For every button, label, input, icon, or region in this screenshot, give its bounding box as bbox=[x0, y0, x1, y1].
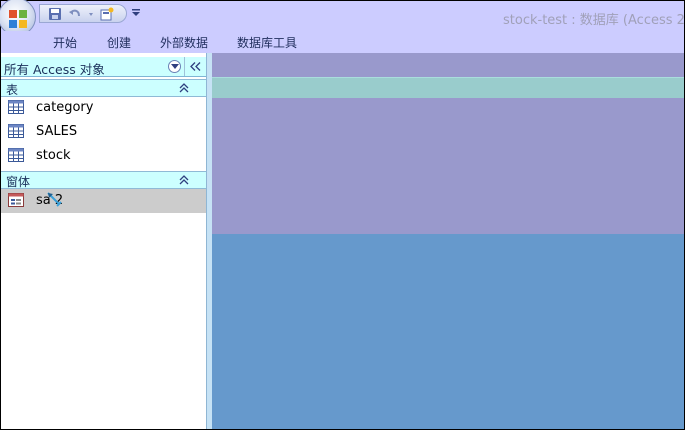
workspace-teal-band bbox=[212, 77, 684, 98]
drag-cursor-icon bbox=[47, 192, 62, 207]
nav-pane-title: 所有 Access 对象 bbox=[4, 62, 105, 77]
nav-item-label: stock bbox=[36, 148, 71, 163]
tab-create[interactable]: 创建 bbox=[107, 34, 131, 51]
group-header-forms[interactable]: 窗体 bbox=[1, 171, 206, 189]
group-label: 窗体 bbox=[6, 175, 31, 189]
form-icon bbox=[8, 193, 24, 207]
window-title: stock-test : 数据库 (Access 20 bbox=[503, 13, 685, 28]
office-logo-icon bbox=[9, 10, 27, 28]
workspace-area bbox=[212, 234, 684, 429]
nav-item-label: category bbox=[36, 100, 94, 115]
double-chevron-up-icon bbox=[179, 83, 189, 93]
shutter-bar-close-button[interactable] bbox=[184, 57, 205, 76]
customize-toolbar-icon[interactable] bbox=[131, 6, 141, 18]
tab-external-data[interactable]: 外部数据 bbox=[160, 34, 208, 51]
form-wizard-icon[interactable] bbox=[100, 7, 114, 21]
save-icon[interactable] bbox=[48, 7, 62, 21]
double-chevron-left-icon bbox=[190, 62, 201, 71]
navigation-pane: 所有 Access 对象 表 category SALES stock 窗体 s… bbox=[1, 53, 206, 429]
double-chevron-up-icon bbox=[179, 175, 189, 185]
nav-item-category[interactable]: category bbox=[1, 96, 206, 120]
nav-item-label: SALES bbox=[36, 124, 78, 139]
nav-item-sales[interactable]: SALES bbox=[1, 120, 206, 144]
tab-home[interactable]: 开始 bbox=[53, 34, 77, 51]
title-bar: stock-test : 数据库 (Access 20 bbox=[0, 0, 685, 36]
group-header-tables[interactable]: 表 bbox=[1, 79, 206, 97]
redo-dropdown-icon[interactable] bbox=[85, 7, 99, 21]
table-icon bbox=[8, 124, 24, 138]
quick-access-toolbar bbox=[39, 4, 127, 23]
table-icon bbox=[8, 100, 24, 114]
workspace-middle-band bbox=[212, 98, 684, 234]
ribbon-tabs: 开始 创建 外部数据 数据库工具 bbox=[1, 31, 684, 53]
workspace-top-band bbox=[212, 53, 684, 77]
nav-pane-header[interactable]: 所有 Access 对象 bbox=[1, 57, 206, 77]
nav-item-form-sa2[interactable]: sa 2 bbox=[1, 189, 206, 213]
undo-icon[interactable] bbox=[68, 7, 82, 21]
nav-menu-dropdown[interactable] bbox=[168, 60, 181, 73]
nav-item-stock[interactable]: stock bbox=[1, 144, 206, 168]
chevron-down-icon bbox=[171, 64, 179, 69]
table-icon bbox=[8, 148, 24, 162]
tab-database-tools[interactable]: 数据库工具 bbox=[237, 34, 297, 51]
